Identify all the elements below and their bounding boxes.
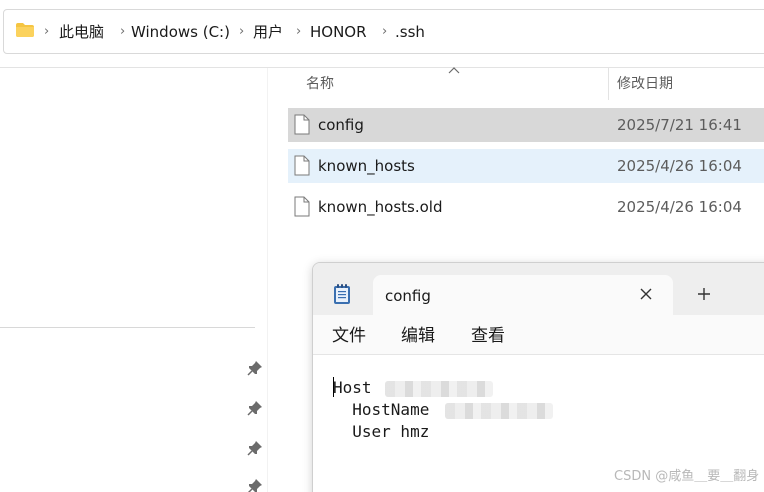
address-bar[interactable]: › 此电脑 › Windows (C:) › 用户 › HONOR › .ssh bbox=[3, 9, 764, 54]
tab-strip[interactable]: config bbox=[313, 263, 764, 315]
file-date: 2025/4/26 16:04 bbox=[617, 198, 742, 216]
breadcrumb-users[interactable]: 用户 bbox=[253, 22, 283, 42]
column-header-date-modified[interactable]: 修改日期 bbox=[617, 74, 673, 94]
notepad-icon bbox=[334, 284, 350, 304]
column-separator[interactable] bbox=[608, 68, 609, 100]
code-line-hostname: HostName bbox=[333, 400, 430, 419]
redacted-value bbox=[385, 381, 493, 397]
plus-icon[interactable] bbox=[694, 284, 714, 304]
menu-file[interactable]: 文件 bbox=[332, 325, 366, 347]
menu-view[interactable]: 查看 bbox=[471, 325, 505, 347]
chevron-right-icon: › bbox=[239, 24, 245, 39]
tab-config[interactable]: config bbox=[373, 275, 673, 315]
file-row-known-hosts[interactable]: known_hosts 2025/4/26 16:04 bbox=[288, 149, 764, 183]
breadcrumb-honor[interactable]: HONOR bbox=[310, 22, 367, 42]
folder-icon bbox=[16, 23, 34, 37]
chevron-right-icon: › bbox=[382, 24, 388, 39]
chevron-right-icon: › bbox=[296, 24, 302, 39]
file-icon bbox=[294, 155, 310, 176]
tab-title: config bbox=[385, 287, 431, 305]
file-name: config bbox=[318, 116, 364, 134]
watermark: CSDN @咸鱼＿要＿翻身 bbox=[614, 469, 760, 484]
code-line-user: User hmz bbox=[333, 422, 430, 441]
code-line-host: Host bbox=[333, 378, 372, 397]
caret-up-icon bbox=[448, 67, 460, 74]
file-date: 2025/7/21 16:41 bbox=[617, 116, 742, 134]
menu-bar: 文件 编辑 查看 bbox=[313, 315, 764, 355]
breadcrumb-ssh[interactable]: .ssh bbox=[395, 22, 425, 42]
file-icon bbox=[294, 114, 310, 135]
nav-divider bbox=[0, 327, 255, 328]
file-row-known-hosts-old[interactable]: known_hosts.old 2025/4/26 16:04 bbox=[288, 190, 764, 224]
notepad-window[interactable]: config 文件 编辑 查看 Host HostName User hmz bbox=[312, 262, 764, 492]
menu-edit[interactable]: 编辑 bbox=[401, 325, 435, 347]
breadcrumb-this-pc[interactable]: 此电脑 bbox=[59, 22, 104, 42]
file-icon bbox=[294, 196, 310, 217]
file-date: 2025/4/26 16:04 bbox=[617, 157, 742, 175]
file-name: known_hosts bbox=[318, 157, 415, 175]
file-row-config[interactable]: config 2025/7/21 16:41 bbox=[288, 108, 764, 142]
pin-icon[interactable] bbox=[247, 400, 263, 416]
navigation-pane[interactable] bbox=[0, 68, 268, 492]
breadcrumb-windows-c[interactable]: Windows (C:) bbox=[131, 22, 230, 42]
redacted-value bbox=[445, 403, 553, 419]
chevron-right-icon: › bbox=[120, 24, 126, 39]
pin-icon[interactable] bbox=[247, 360, 263, 376]
pin-icon[interactable] bbox=[247, 478, 263, 492]
column-header-name[interactable]: 名称 bbox=[306, 74, 334, 94]
chevron-right-icon: › bbox=[44, 24, 50, 39]
file-name: known_hosts.old bbox=[318, 198, 443, 216]
pin-icon[interactable] bbox=[247, 440, 263, 456]
close-icon[interactable] bbox=[635, 283, 657, 305]
